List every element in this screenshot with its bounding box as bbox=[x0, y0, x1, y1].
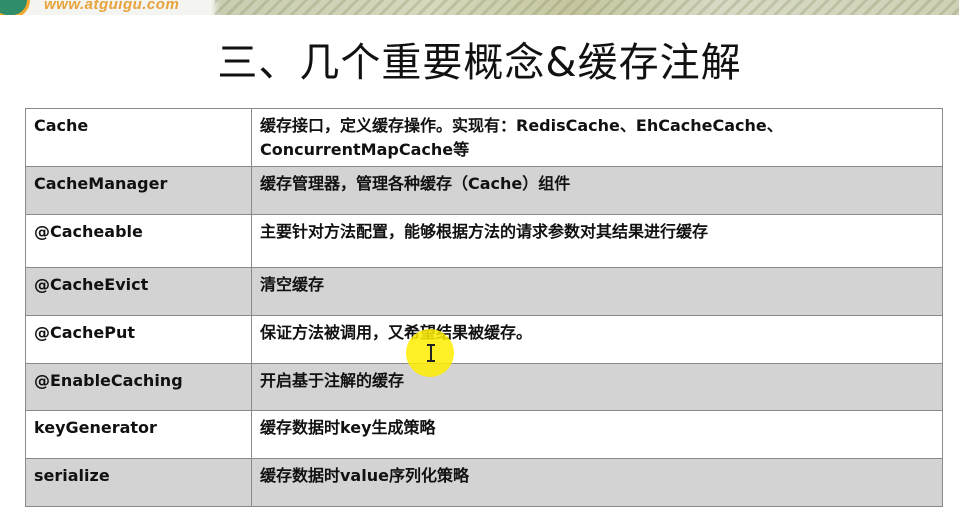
term-cell: @Cacheable bbox=[25, 214, 252, 268]
term-cell: @CachePut bbox=[25, 315, 252, 364]
table-row: @CachePut 保证方法被调用，又希望结果被缓存。 bbox=[25, 315, 943, 364]
top-banner: www.atguigu.com bbox=[0, 0, 959, 15]
description-cell: 缓存数据时key生成策略 bbox=[251, 410, 943, 459]
page-title: 三、几个重要概念&缓存注解 bbox=[217, 40, 742, 86]
logo-text: www.atguigu.com bbox=[44, 0, 180, 13]
table-row: keyGenerator 缓存数据时key生成策略 bbox=[25, 410, 943, 459]
table-row: serialize 缓存数据时value序列化策略 bbox=[25, 458, 943, 507]
description-cell: 缓存接口，定义缓存操作。实现有：RedisCache、EhCacheCache、… bbox=[251, 108, 943, 167]
description-cell: 保证方法被调用，又希望结果被缓存。 bbox=[251, 315, 943, 364]
description-cell: 缓存数据时value序列化策略 bbox=[251, 458, 943, 507]
description-cell: 清空缓存 bbox=[251, 267, 943, 316]
term-cell: serialize bbox=[25, 458, 252, 507]
term-cell: @CacheEvict bbox=[25, 267, 252, 316]
atguigu-logo-icon bbox=[0, 0, 30, 15]
table-row: @Cacheable 主要针对方法配置，能够根据方法的请求参数对其结果进行缓存 bbox=[25, 214, 943, 268]
table-row: CacheManager 缓存管理器，管理各种缓存（Cache）组件 bbox=[25, 166, 943, 215]
concepts-table: Cache 缓存接口，定义缓存操作。实现有：RedisCache、EhCache… bbox=[25, 108, 943, 507]
table-row: @CacheEvict 清空缓存 bbox=[25, 267, 943, 316]
term-cell: CacheManager bbox=[25, 166, 252, 215]
text-cursor-icon bbox=[427, 344, 435, 362]
term-cell: @EnableCaching bbox=[25, 363, 252, 411]
description-cell: 主要针对方法配置，能够根据方法的请求参数对其结果进行缓存 bbox=[251, 214, 943, 268]
description-cell: 缓存管理器，管理各种缓存（Cache）组件 bbox=[251, 166, 943, 215]
table-row: Cache 缓存接口，定义缓存操作。实现有：RedisCache、EhCache… bbox=[25, 108, 943, 167]
term-cell: Cache bbox=[25, 108, 252, 167]
term-cell: keyGenerator bbox=[25, 410, 252, 459]
table-row: @EnableCaching 开启基于注解的缓存 bbox=[25, 363, 943, 411]
description-cell: 开启基于注解的缓存 bbox=[251, 363, 943, 411]
banner-pattern bbox=[215, 0, 959, 15]
